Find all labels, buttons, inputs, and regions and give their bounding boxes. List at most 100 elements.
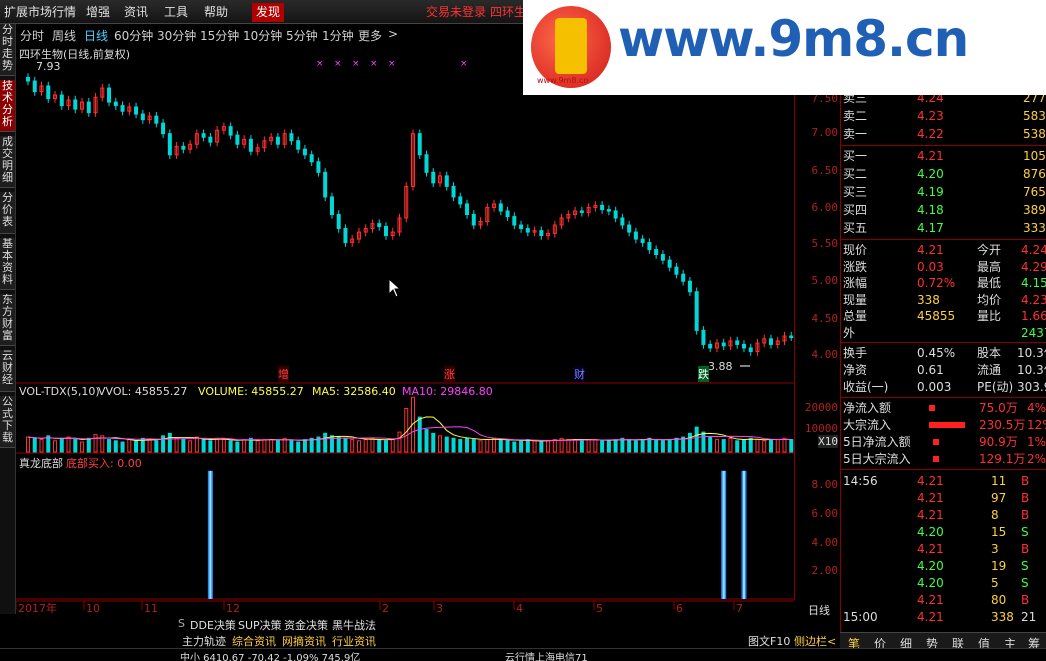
tab-dde[interactable]: DDE决策 xyxy=(190,617,236,633)
stat-value: 45855 xyxy=(917,309,956,323)
fund-value: 10.3亿 xyxy=(1017,363,1046,377)
volume-bar xyxy=(66,436,71,453)
tab-basic-info[interactable]: 基本资料 xyxy=(0,238,15,290)
candle-body xyxy=(59,94,64,107)
tab-general-news[interactable]: 综合资讯 xyxy=(232,633,276,649)
candle-body xyxy=(383,225,388,237)
chevron-right-icon[interactable]: > xyxy=(388,27,398,41)
volume-bar xyxy=(546,440,551,453)
volume-bar xyxy=(701,431,706,453)
menu-extended-market[interactable]: 扩展市场行情 xyxy=(4,4,76,21)
tab-main-force[interactable]: 主力轨迹 xyxy=(182,633,226,649)
period-10min[interactable]: 10分钟 xyxy=(243,27,282,44)
volume-bar xyxy=(53,440,58,453)
volume-bar xyxy=(748,437,753,453)
signal-star: × xyxy=(460,59,468,69)
quote-divider xyxy=(841,239,1046,240)
tab-eastmoney[interactable]: 东方财富 xyxy=(0,294,15,346)
period-60min[interactable]: 60分钟 xyxy=(114,27,153,44)
menu-discover[interactable]: 发现 xyxy=(252,3,285,22)
candle-body xyxy=(228,126,233,136)
candle-body xyxy=(633,231,638,240)
period-1min[interactable]: 1分钟 xyxy=(322,27,354,44)
stat-row: 外 24374 xyxy=(841,325,1046,342)
sidebar-toggle[interactable]: 侧边栏< xyxy=(794,633,836,649)
candle-body xyxy=(789,335,794,339)
tab-fund-decision[interactable]: 资金决策 xyxy=(284,617,328,633)
bid-row: 买一 4.21 105 xyxy=(841,148,1046,165)
volume-bar xyxy=(262,439,267,453)
tick-price: 4.20 xyxy=(917,559,944,573)
bottom-tabs: S DDE决策 SUP决策 资金决策 黑牛战法 主力轨迹 综合资讯 网摘资讯 行… xyxy=(178,617,837,649)
volume-bar xyxy=(458,439,463,453)
candle-body xyxy=(336,213,341,230)
tab-web-news[interactable]: 网摘资讯 xyxy=(282,633,326,649)
bid-price: 4.18 xyxy=(917,203,944,217)
stat-value: 0.03 xyxy=(917,259,944,274)
indicator-tick: 4.00 xyxy=(811,536,839,549)
price-chart[interactable]: × × × × × × 四环生物(日线,前复权) 7.93 3.88 增 涨 财 跌 xyxy=(16,44,794,384)
flow-pct: 2% xyxy=(1027,452,1046,466)
tab-price-table[interactable]: 分价表 xyxy=(0,192,15,234)
candle-body xyxy=(512,216,517,226)
candle-body xyxy=(248,138,253,152)
period-weekly[interactable]: 周线 xyxy=(52,27,76,44)
tab-yuncaijing[interactable]: 云财经 xyxy=(0,350,15,392)
period-intraday[interactable]: 分时 xyxy=(20,27,44,44)
tab-bull-strategy[interactable]: 黑牛战法 xyxy=(332,617,376,633)
candle-body xyxy=(451,185,456,198)
menu-news[interactable]: 资讯 xyxy=(124,4,148,21)
candle-body xyxy=(600,204,605,211)
period-15min[interactable]: 15分钟 xyxy=(200,27,239,44)
volume-bar xyxy=(134,440,139,453)
candle-body xyxy=(640,238,645,244)
volume-bar xyxy=(336,436,341,453)
tab-intraday-trend[interactable]: 分时走势 xyxy=(0,24,15,76)
tab-sup[interactable]: SUP决策 xyxy=(238,617,282,633)
tab-trade-detail[interactable]: 成交明细 xyxy=(0,136,15,188)
tab-technical-analysis[interactable]: 技术分析 xyxy=(0,80,15,132)
login-status[interactable]: 交易未登录 xyxy=(426,4,486,21)
volume-bar xyxy=(471,439,476,453)
marker-cai: 财 xyxy=(574,366,585,382)
volume-bar xyxy=(674,437,679,453)
high-price-label: 7.93 xyxy=(36,60,61,73)
tick-row: 4.21 80 B xyxy=(841,592,1046,609)
flow-pct: 12% xyxy=(1027,418,1046,432)
flow-value: 129.1万 xyxy=(979,452,1026,466)
candle-body xyxy=(458,196,463,205)
volume-bar xyxy=(194,436,199,453)
right-axis: 7.50 7.00 6.50 6.00 5.50 5.00 4.50 4.00 … xyxy=(794,44,840,617)
candle-body xyxy=(154,115,159,124)
tab-formula-download[interactable]: 公式下载 xyxy=(0,396,15,448)
bid-price: 4.20 xyxy=(917,167,944,181)
volume-chart[interactable]: VOL-TDX(5,10) VVOL: 45855.27 VOLUME: 458… xyxy=(16,384,794,454)
volume-bar xyxy=(438,435,443,453)
low-price-label: 3.88 xyxy=(708,360,733,373)
period-30min[interactable]: 30分钟 xyxy=(157,27,196,44)
ma10-value: MA10: 29846.80 xyxy=(402,385,493,398)
volume-bar xyxy=(221,439,226,453)
signal-bar-highlight xyxy=(722,470,725,599)
flow-label: 5日净流入额 xyxy=(843,435,911,449)
price-chart-svg[interactable]: × × × × × × xyxy=(16,44,794,384)
date-axis-svg: 2017年 10 11 12 2 3 4 5 6 7 xyxy=(16,600,794,615)
tab-f10[interactable]: 图文F10 xyxy=(748,633,790,649)
period-more[interactable]: 更多 xyxy=(358,27,382,44)
tick-price: 4.21 xyxy=(917,542,944,556)
period-5min[interactable]: 5分钟 xyxy=(286,27,318,44)
fund-label: 换手 xyxy=(843,346,868,360)
period-daily[interactable]: 日线 xyxy=(84,27,108,44)
signal-bar-highlight xyxy=(209,470,212,599)
tick-side: B xyxy=(1021,593,1030,607)
menu-enhance[interactable]: 增强 xyxy=(86,4,110,21)
tab-industry-news[interactable]: 行业资讯 xyxy=(332,633,376,649)
menu-help[interactable]: 帮助 xyxy=(204,4,228,21)
volume-bar xyxy=(181,439,186,453)
date-label: 10 xyxy=(86,602,100,615)
status-bar: 中小 6410.67 -70.42 -1.09% 745.9亿 云行情上海电信7… xyxy=(0,648,1046,661)
candle-body xyxy=(417,133,422,156)
menu-tools[interactable]: 工具 xyxy=(164,4,188,21)
indicator-chart[interactable]: 真龙底部 底部买入: 0.00 xyxy=(16,454,794,600)
tick-time: 15:00 xyxy=(843,610,878,624)
